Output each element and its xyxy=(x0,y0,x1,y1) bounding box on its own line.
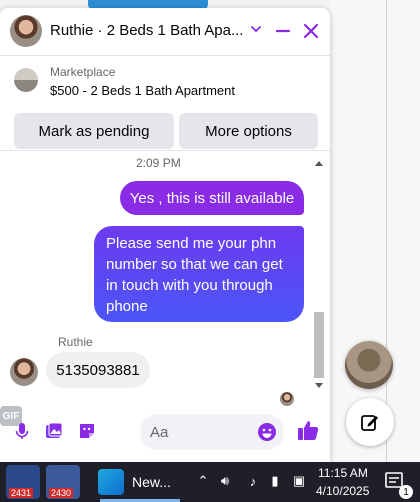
minimize-icon[interactable] xyxy=(274,22,292,40)
outgoing-message[interactable]: Please send me your phn number so that w… xyxy=(94,226,304,322)
message-timestamp: 2:09 PM xyxy=(136,156,181,170)
contact-avatar[interactable] xyxy=(10,15,42,47)
chat-header: Ruthie · 2 Beds 1 Bath Apa... xyxy=(0,8,330,56)
compose-icon xyxy=(361,415,378,431)
chevron-down-icon[interactable] xyxy=(249,22,263,36)
close-icon[interactable] xyxy=(302,22,320,40)
new-message-button[interactable] xyxy=(346,398,394,446)
incoming-message[interactable]: 5135093881 xyxy=(46,352,150,388)
windows-taskbar: 2431 2430 New... ⌃ 🔊︎ ♪ ▮ ▣ 11:15 AM 4/1… xyxy=(0,462,420,502)
scroll-down-arrow[interactable] xyxy=(315,383,323,388)
app-badge-count: 2431 xyxy=(9,488,34,498)
sender-name: Ruthie xyxy=(58,335,93,349)
scrollbar[interactable] xyxy=(312,158,326,392)
chevron-up-icon[interactable]: ⌃ xyxy=(194,472,212,490)
clock-time[interactable]: 11:15 AM xyxy=(318,466,368,480)
more-options-button[interactable]: More options xyxy=(179,113,318,149)
emoji-icon[interactable] xyxy=(257,422,277,442)
scrollbar-thumb[interactable] xyxy=(314,312,324,378)
background-page-right xyxy=(330,0,420,462)
chat-title[interactable]: Ruthie · 2 Beds 1 Bath Apa... xyxy=(50,22,243,39)
taskbar-app[interactable]: 2431 xyxy=(6,465,40,499)
sender-avatar[interactable] xyxy=(10,358,38,386)
listing-thumbnail[interactable] xyxy=(14,68,38,92)
news-app-icon[interactable] xyxy=(98,469,124,495)
chat-window: Ruthie · 2 Beds 1 Bath Apa... Marketplac… xyxy=(0,8,330,462)
mark-as-pending-button[interactable]: Mark as pending xyxy=(14,113,174,149)
scroll-up-arrow[interactable] xyxy=(315,161,323,166)
background-divider xyxy=(386,0,387,462)
outgoing-message[interactable]: Yes , this is still available xyxy=(120,181,304,215)
listing-title[interactable]: $500 - 2 Beds 1 Bath Apartment xyxy=(50,83,235,98)
photo-icon[interactable] xyxy=(44,421,64,441)
clock-date[interactable]: 4/10/2025 xyxy=(316,484,369,498)
listing-source: Marketplace xyxy=(50,65,116,79)
network-icon[interactable]: ▣ xyxy=(290,472,308,490)
sticker-icon[interactable] xyxy=(77,421,97,441)
sound-icon[interactable]: ♪ xyxy=(244,472,262,490)
volume-icon[interactable]: 🔊︎ xyxy=(216,472,234,490)
message-list[interactable]: 2:09 PM Yes , this is still available Pl… xyxy=(0,152,330,406)
marketplace-listing: Marketplace $500 - 2 Beds 1 Bath Apartme… xyxy=(0,57,330,151)
notification-count: 1 xyxy=(399,485,413,499)
taskbar-app[interactable]: 2430 xyxy=(46,465,80,499)
battery-icon[interactable]: ▮ xyxy=(266,472,284,490)
taskbar-app-label[interactable]: New... xyxy=(132,474,171,490)
seen-indicator-avatar xyxy=(280,392,294,406)
thumbs-up-icon[interactable] xyxy=(296,418,320,442)
microphone-icon[interactable] xyxy=(12,421,32,441)
chat-head-bubble[interactable] xyxy=(345,341,393,389)
app-badge-count: 2430 xyxy=(49,488,74,498)
message-composer: GIF xyxy=(0,406,330,462)
